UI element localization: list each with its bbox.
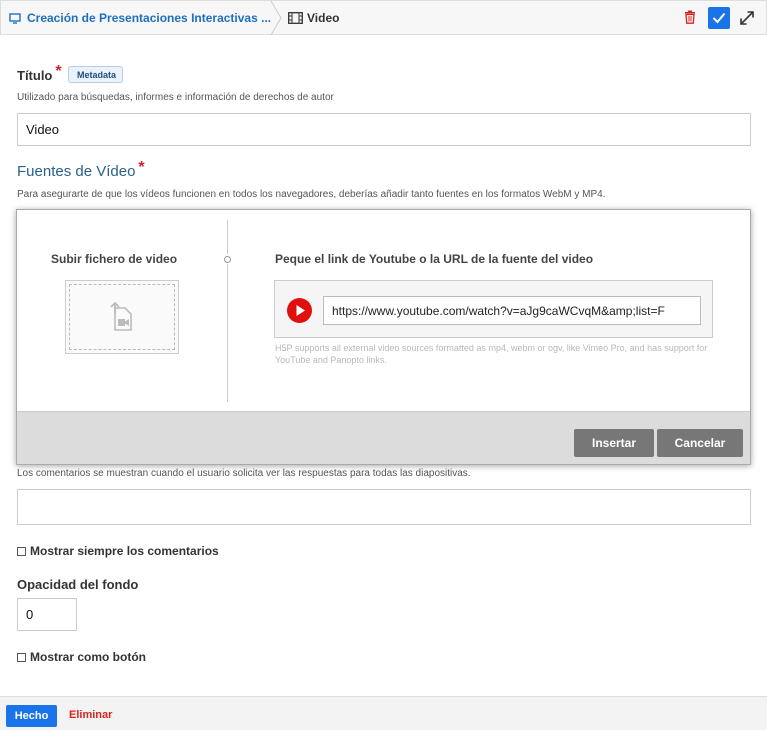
film-icon <box>288 12 303 24</box>
video-url-input[interactable]: https://www.youtube.com/watch?v=aJg9caWC… <box>323 296 701 325</box>
confirm-button[interactable] <box>708 7 730 29</box>
breadcrumb-current-label: Video <box>307 11 340 25</box>
video-sources-label-text: Fuentes de Vídeo <box>17 163 136 180</box>
show-as-button-option[interactable]: Mostrar como botón <box>17 650 146 664</box>
required-mark: * <box>55 63 62 80</box>
required-mark: * <box>138 159 145 176</box>
breadcrumb-parent[interactable]: Creación de Presentaciones Interactivas … <box>9 11 271 25</box>
comments-help: Los comentarios se muestran cuando el us… <box>17 468 471 479</box>
url-help-text: H5P supports all external video sources … <box>275 343 708 365</box>
cancel-button[interactable]: Cancelar <box>657 429 743 457</box>
insert-button[interactable]: Insertar <box>574 429 654 457</box>
upload-video-title: Subir fichero de video <box>51 252 178 266</box>
upload-video-button[interactable] <box>65 280 179 354</box>
metadata-button[interactable]: Metadata <box>68 66 124 83</box>
top-bar: Creación de Presentaciones Interactivas … <box>0 0 767 35</box>
delete-button[interactable]: Eliminar <box>69 709 112 721</box>
video-file-upload-icon <box>110 302 132 331</box>
always-show-comments-label: Mostrar siempre los comentarios <box>30 544 219 558</box>
done-button[interactable]: Hecho <box>6 705 57 727</box>
breadcrumb-parent-label: Creación de Presentaciones Interactivas … <box>27 11 272 25</box>
bg-opacity-label: Opacidad del fondo <box>17 577 139 592</box>
title-label: Título * <box>17 63 62 85</box>
show-as-button-checkbox[interactable] <box>17 652 26 662</box>
show-as-button-label: Mostrar como botón <box>30 650 146 664</box>
youtube-play-icon <box>287 298 312 323</box>
bottom-bar: Hecho Eliminar <box>0 696 767 730</box>
bg-opacity-input[interactable]: 0 <box>17 598 77 631</box>
title-help: Utilizado para búsquedas, informes e inf… <box>17 92 334 103</box>
always-show-comments-option[interactable]: Mostrar siempre los comentarios <box>17 544 219 558</box>
metadata-label: Metadata <box>77 69 117 80</box>
video-sources-help: Para asegurarte de que los vídeos funcio… <box>17 189 606 200</box>
comments-input[interactable] <box>17 489 751 525</box>
breadcrumb-current: Video <box>288 11 339 25</box>
title-input[interactable]: Video <box>17 113 751 146</box>
check-icon <box>712 12 726 24</box>
add-video-dialog: Subir fichero de video Peque el link de … <box>16 209 751 465</box>
fullscreen-icon[interactable] <box>739 10 755 26</box>
url-source-title: Peque el link de Youtube o la URL de la … <box>275 252 594 266</box>
divider-or-circle <box>222 254 232 264</box>
trash-icon[interactable] <box>684 10 696 24</box>
video-sources-label: Fuentes de Vídeo * <box>17 159 145 181</box>
dialog-footer: Insertar Cancelar <box>17 411 750 464</box>
presentation-icon <box>9 12 21 24</box>
url-input-wrapper: https://www.youtube.com/watch?v=aJg9caWC… <box>274 280 713 338</box>
title-label-text: Título <box>17 68 53 83</box>
divider <box>227 220 228 402</box>
always-show-comments-checkbox[interactable] <box>17 546 26 556</box>
breadcrumb-separator <box>270 1 282 35</box>
upload-drop-area[interactable] <box>69 284 175 350</box>
